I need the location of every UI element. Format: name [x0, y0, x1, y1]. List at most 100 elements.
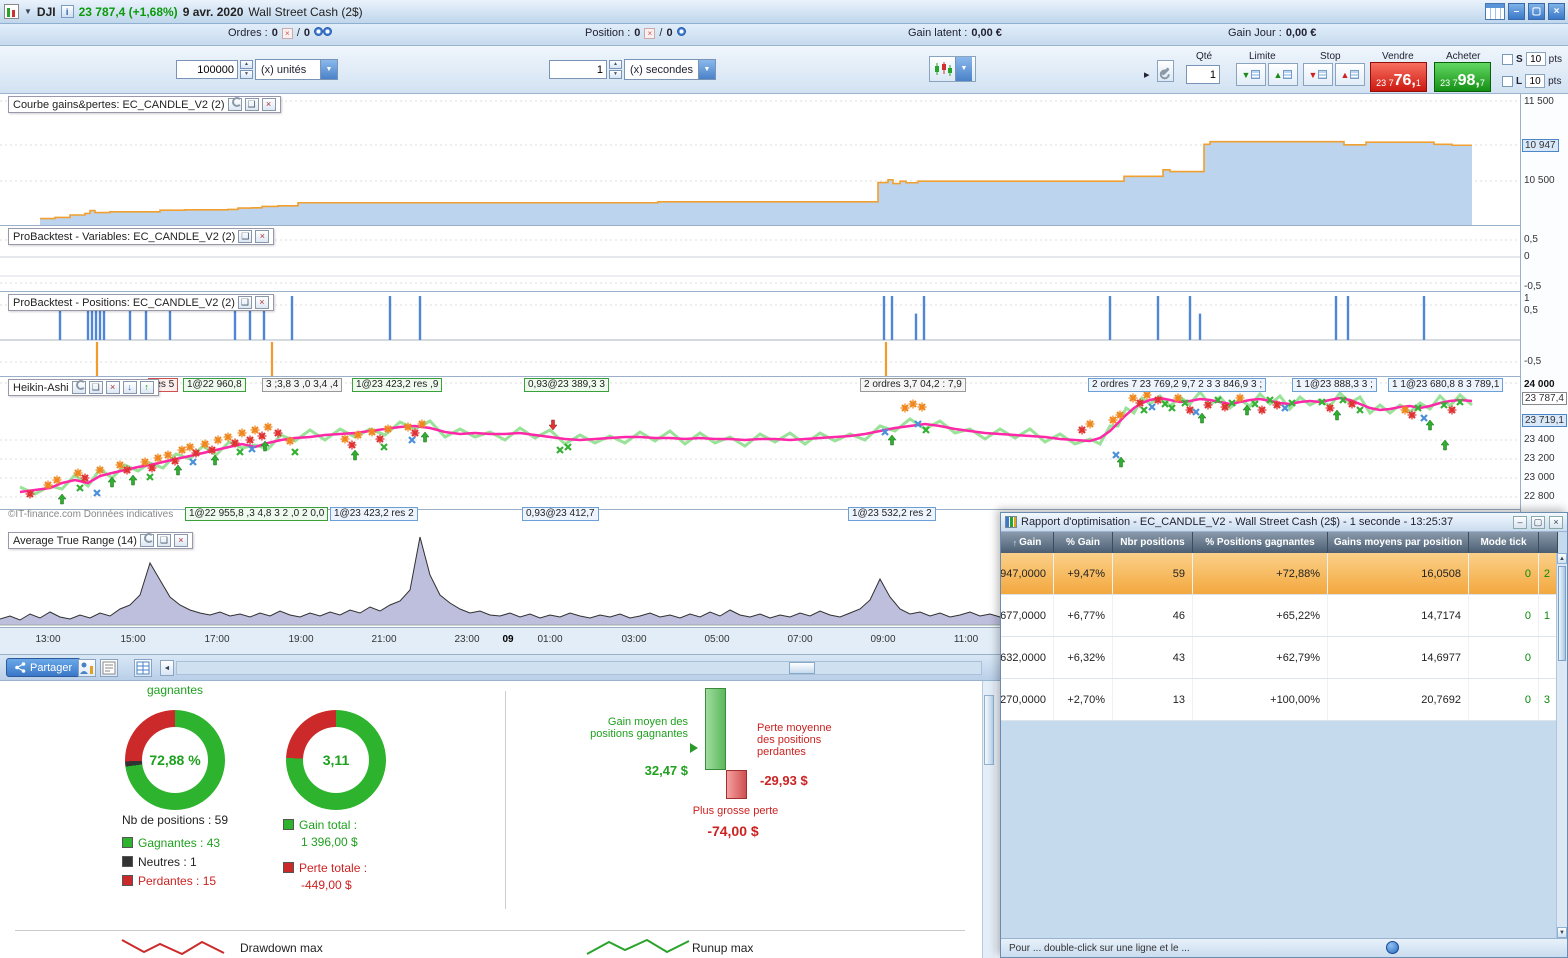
- info-icon[interactable]: i: [60, 5, 74, 18]
- win-rate-donut: 72,88 %: [125, 710, 225, 810]
- buy-price-big: 98,: [1457, 72, 1480, 89]
- table-row[interactable]: 677,0000 +6,77% 46 +65,22% 14,7174 0 1: [1001, 595, 1567, 637]
- l-pts-input[interactable]: [1525, 74, 1546, 88]
- column-header[interactable]: Gains moyens par position: [1328, 532, 1469, 553]
- price-axis[interactable]: 11 500 10 947 10 500 0,5 0 -0,5 1 0,5 -0,5 24 000…: [1520, 94, 1568, 512]
- column-header[interactable]: Mode tick: [1469, 532, 1539, 553]
- window-icon[interactable]: ❑: [88, 381, 103, 394]
- close-position-icon[interactable]: ×: [644, 27, 656, 39]
- gears-icon[interactable]: [676, 27, 686, 39]
- gears-icon[interactable]: [314, 27, 333, 39]
- trader-profile-icon[interactable]: [78, 659, 96, 677]
- chevron-down-icon[interactable]: ▼: [697, 60, 715, 79]
- time-axis-label: 07:00: [787, 634, 813, 645]
- wrench-icon[interactable]: [139, 534, 154, 547]
- close-icon[interactable]: ×: [261, 98, 276, 111]
- green-swatch: [122, 837, 133, 848]
- chevron-down-icon[interactable]: ▼: [320, 60, 337, 79]
- scrollbar-thumb[interactable]: [984, 695, 994, 765]
- column-header[interactable]: % Positions gagnantes: [1193, 532, 1328, 553]
- positions-panel: ProBacktest - Positions: EC_CANDLE_V2 (2…: [0, 292, 1520, 377]
- column-header[interactable]: Nbr positions: [1113, 532, 1193, 553]
- share-button[interactable]: Partager: [6, 658, 82, 677]
- info-dot-icon[interactable]: [1386, 941, 1399, 954]
- column-header[interactable]: % Gain: [1054, 532, 1113, 553]
- red-swatch: [283, 862, 294, 873]
- scroll-left-button[interactable]: ◄: [160, 660, 174, 676]
- download-arrow-icon[interactable]: ↓: [122, 381, 137, 394]
- window-icon[interactable]: ❑: [244, 98, 259, 111]
- chevron-down-icon[interactable]: ▼: [955, 57, 972, 81]
- timeframe-stepper[interactable]: ▲ ▼: [609, 60, 622, 79]
- table-row[interactable]: 632,0000 +6,32% 43 +62,79% 14,6977 0: [1001, 637, 1567, 679]
- wrench-icon[interactable]: [71, 381, 86, 394]
- minimize-button[interactable]: –: [1508, 3, 1525, 20]
- close-icon[interactable]: ×: [173, 534, 188, 547]
- scrollbar-thumb[interactable]: [789, 662, 815, 674]
- scroll-up-button[interactable]: ▲: [1557, 553, 1567, 564]
- sell-button[interactable]: 23 7 76, 1: [1370, 62, 1427, 92]
- scrollbar-thumb[interactable]: [1558, 566, 1566, 661]
- window-icon[interactable]: ❑: [238, 230, 253, 243]
- news-icon[interactable]: [100, 659, 118, 677]
- timeframe-unit-select[interactable]: (x) secondes ▼: [624, 59, 716, 80]
- close-icon[interactable]: ×: [255, 230, 270, 243]
- table-row[interactable]: 947,0000 +9,47% 59 +72,88% 16,0508 0 2: [1001, 553, 1567, 595]
- qty-input[interactable]: [1186, 65, 1220, 84]
- close-icon[interactable]: ×: [1549, 515, 1563, 529]
- maximize-icon[interactable]: ▢: [1531, 515, 1545, 529]
- s-pts-input[interactable]: [1525, 52, 1546, 66]
- scroll-down-button[interactable]: ▼: [1557, 927, 1567, 938]
- equity-curve-chart: [0, 100, 1520, 225]
- stop-buy-button[interactable]: ▼: [1303, 63, 1333, 86]
- table-row[interactable]: 270,0000 +2,70% 13 +100,00% 20,7692 0 3: [1001, 679, 1567, 721]
- report-titlebar[interactable]: Rapport d'optimisation - EC_CANDLE_V2 - …: [1001, 513, 1567, 532]
- wrench-icon[interactable]: [227, 98, 242, 111]
- acheter-label: Acheter: [1446, 51, 1481, 62]
- chart-horizontal-scrollbar[interactable]: [176, 661, 982, 675]
- table-grid-icon[interactable]: [134, 659, 152, 677]
- price-axis-label: 23 787,4: [1522, 392, 1567, 405]
- column-header[interactable]: [1539, 532, 1558, 553]
- close-button[interactable]: ×: [1548, 3, 1565, 20]
- limite-sell-button[interactable]: ▲: [1268, 63, 1298, 86]
- workspace-grid-icon[interactable]: [1485, 3, 1505, 20]
- instrument-dropdown-arrow[interactable]: ▼: [24, 7, 32, 16]
- quantity-unit-select[interactable]: (x) unités ▼: [255, 59, 338, 80]
- window-icon[interactable]: ❑: [237, 296, 252, 309]
- column-header[interactable]: ↑ Gain: [1001, 532, 1054, 553]
- price-axis-label: 0: [1524, 251, 1530, 262]
- limite-buy-button[interactable]: ▼: [1236, 63, 1266, 86]
- profit-factor-donut: 3,11: [286, 710, 386, 810]
- quote-date: 9 avr. 2020: [182, 4, 244, 19]
- collapse-arrow-icon[interactable]: ▸: [1144, 68, 1150, 81]
- close-icon[interactable]: ×: [105, 381, 120, 394]
- time-axis-label: 09: [502, 634, 514, 645]
- buy-price-sup: 7: [1479, 78, 1485, 88]
- nb-positions-label: Nb de positions : 59: [121, 813, 229, 827]
- stats-vertical-scrollbar[interactable]: [982, 681, 995, 958]
- s-checkbox[interactable]: [1502, 53, 1513, 65]
- buy-button[interactable]: 23 7 98, 7: [1434, 62, 1491, 92]
- l-checkbox[interactable]: [1502, 75, 1513, 87]
- chart-type-button[interactable]: ▼: [929, 56, 976, 82]
- perte-moyenne-label: Perte moyenne des positions perdantes: [757, 722, 832, 758]
- stop-sell-button[interactable]: ▲: [1335, 63, 1365, 86]
- upload-arrow-icon[interactable]: ↑: [139, 381, 154, 394]
- time-axis-label: 21:00: [371, 634, 397, 645]
- quantity-input[interactable]: [176, 60, 238, 79]
- minimize-icon[interactable]: –: [1513, 515, 1527, 529]
- time-axis-label: 15:00: [120, 634, 146, 645]
- cancel-orders-icon[interactable]: ×: [281, 27, 293, 39]
- position-count2: 0: [666, 27, 673, 39]
- settings-wrench-button[interactable]: [1157, 60, 1174, 82]
- maximize-button[interactable]: ▢: [1528, 3, 1545, 20]
- close-icon[interactable]: ×: [254, 296, 269, 309]
- report-vertical-scrollbar[interactable]: ▲ ▼: [1556, 553, 1567, 938]
- window-icon[interactable]: ❑: [156, 534, 171, 547]
- timeframe-input[interactable]: [549, 60, 607, 79]
- quantity-stepper[interactable]: ▲ ▼: [240, 60, 253, 79]
- legend-gagnantes: Gagnantes : 43: [122, 836, 220, 850]
- price-axis-label: 23 719,1: [1522, 414, 1567, 427]
- order-status-bar: Ordres : 0 × / 0 Position : 0 × / 0 Gain…: [0, 24, 1568, 46]
